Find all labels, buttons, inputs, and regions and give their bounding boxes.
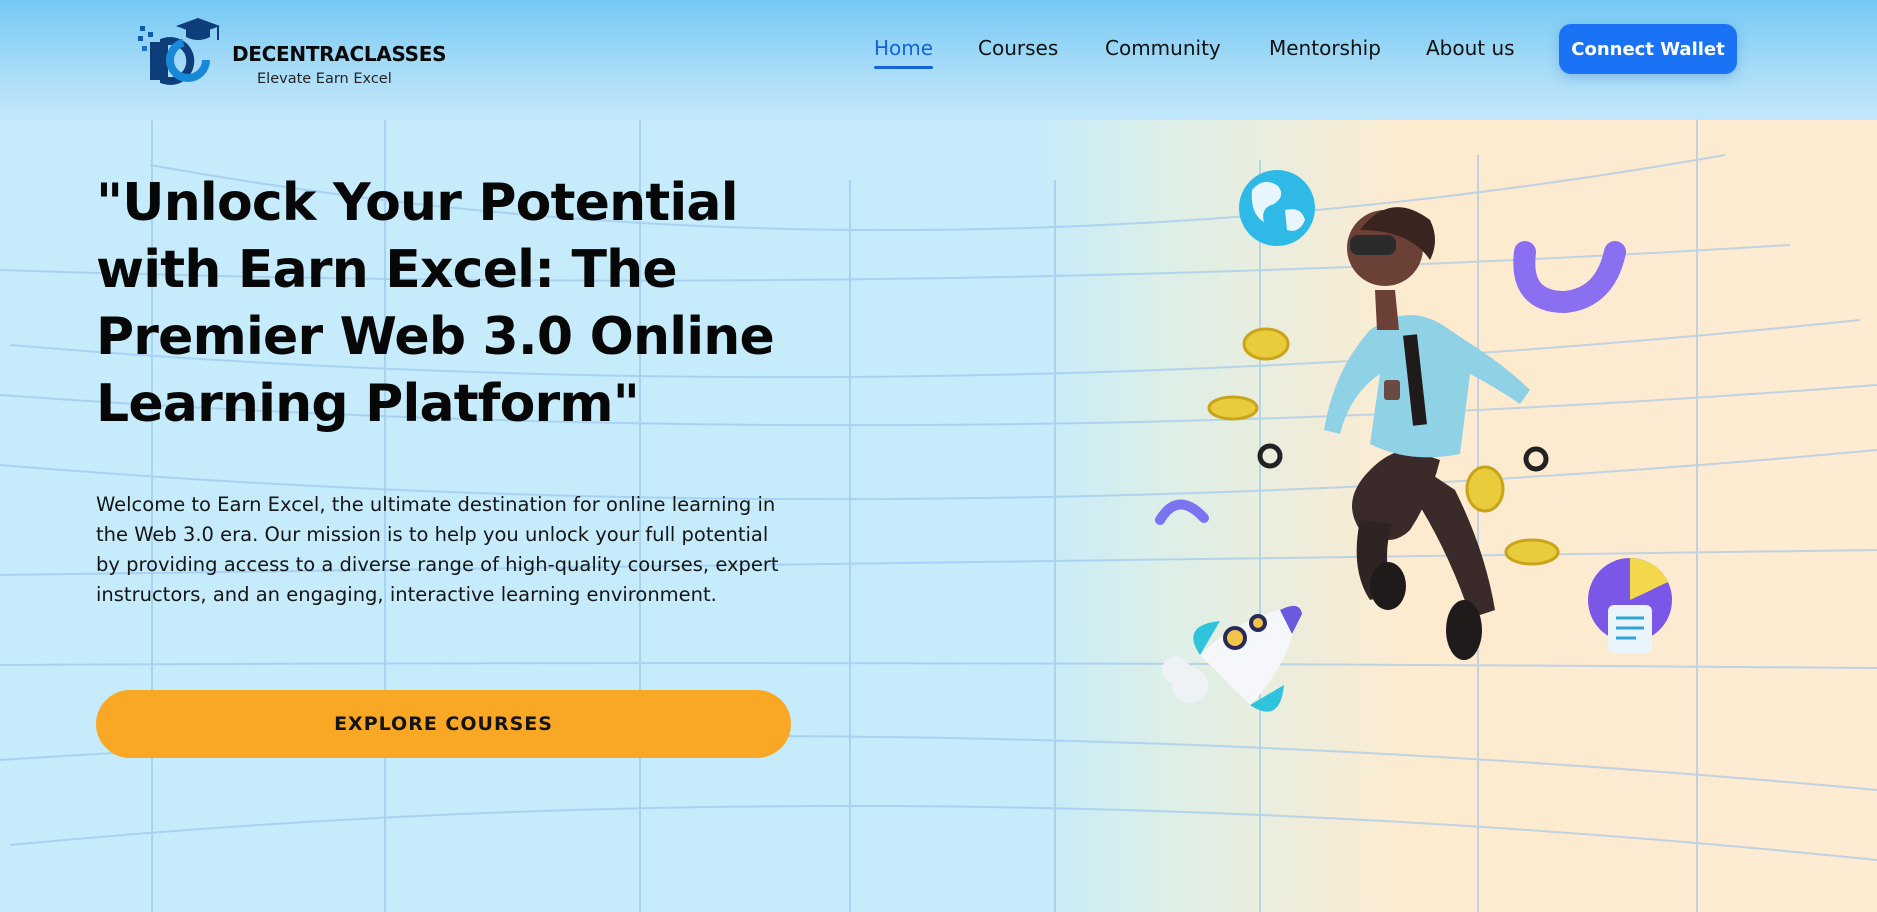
vr-person-figure bbox=[1257, 207, 1549, 660]
arc-shape-icon bbox=[1155, 499, 1209, 525]
nav-item-mentorship[interactable]: Mentorship bbox=[1269, 36, 1381, 60]
hero-description: Welcome to Earn Excel, the ultimate dest… bbox=[96, 493, 779, 606]
arc-shape-icon bbox=[1513, 241, 1626, 314]
explore-courses-button[interactable]: EXPLORE COURSES bbox=[96, 690, 791, 758]
pie-chart-icon bbox=[1588, 557, 1672, 653]
nav-item-about-us[interactable]: About us bbox=[1426, 36, 1515, 60]
landing-page: DECENTRACLASSES Elevate Earn Excel Home … bbox=[0, 0, 1877, 912]
nav-item-community[interactable]: Community bbox=[1105, 36, 1221, 60]
hero-title: "Unlock Your Potential with Earn Excel: … bbox=[96, 173, 775, 434]
globe-icon bbox=[1239, 170, 1315, 246]
nav-active-indicator bbox=[874, 66, 933, 69]
site-header: DECENTRACLASSES Elevate Earn Excel Home … bbox=[0, 0, 1877, 120]
connect-wallet-button[interactable]: Connect Wallet bbox=[1559, 24, 1737, 74]
nav-item-home[interactable]: Home bbox=[874, 36, 933, 60]
hero-illustration bbox=[1155, 170, 1672, 712]
nav-item-courses[interactable]: Courses bbox=[978, 36, 1058, 60]
rocket-icon bbox=[1162, 605, 1302, 712]
